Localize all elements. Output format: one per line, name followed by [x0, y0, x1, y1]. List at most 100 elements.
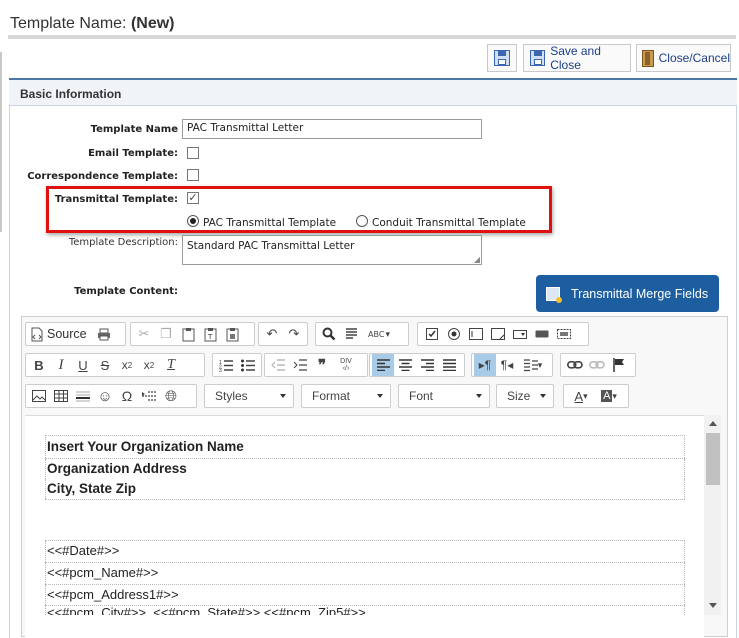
close-cancel-button[interactable]: Close/Cancel — [636, 44, 731, 72]
undo-icon[interactable]: ↶ — [261, 323, 283, 345]
toolbar-group-lists: 123 — [212, 353, 262, 377]
correspondence-template-checkbox[interactable] — [187, 169, 199, 181]
horizontal-line-icon[interactable] — [72, 385, 94, 407]
save-button[interactable] — [487, 44, 517, 72]
size-dropdown[interactable]: Size — [496, 384, 554, 408]
resize-grip-icon[interactable]: ◢ — [474, 255, 480, 264]
spellcheck-label: ABC — [368, 329, 385, 339]
textarea-form-icon[interactable] — [487, 323, 509, 345]
content-line: <<#Date#>> — [45, 541, 685, 562]
align-center-icon[interactable] — [394, 354, 416, 376]
scroll-down-arrow-icon[interactable] — [709, 603, 717, 608]
size-label: Size — [507, 389, 531, 403]
template-description-textarea[interactable]: Standard PAC Transmittal Letter ◢ — [182, 235, 482, 265]
toolbar-group-find: ABC ▾ — [315, 322, 409, 346]
align-left-icon[interactable] — [372, 354, 394, 376]
source-icon — [31, 327, 43, 341]
content-block-border — [45, 499, 685, 500]
italic-icon[interactable]: I — [50, 354, 72, 376]
template-name-label: Template Name — [90, 124, 178, 135]
blockquote-icon[interactable]: ❞ — [311, 354, 333, 376]
underline-icon[interactable]: U — [72, 354, 94, 376]
merge-fields-label: Transmittal Merge Fields — [571, 286, 709, 301]
indent-icon[interactable] — [289, 354, 311, 376]
special-character-icon[interactable]: Ω — [116, 385, 138, 407]
template-name-input[interactable]: PAC Transmittal Letter — [182, 119, 482, 139]
door-exit-icon — [642, 49, 654, 67]
spellcheck-button[interactable]: ABC ▾ — [362, 323, 396, 345]
create-div-label: DIV — [340, 358, 352, 365]
page-title-value: (New) — [130, 15, 175, 32]
language-dropdown-button[interactable]: ▾ — [518, 354, 548, 376]
styles-dropdown[interactable]: Styles — [204, 384, 294, 408]
paste-text-icon[interactable]: T — [199, 323, 221, 345]
hidden-field-icon[interactable] — [553, 323, 575, 345]
cut-icon[interactable]: ✂ — [133, 323, 155, 345]
transmittal-merge-fields-button[interactable]: Transmittal Merge Fields — [536, 275, 719, 312]
text-direction-ltr-icon[interactable]: ▸¶ — [474, 354, 496, 376]
smiley-icon[interactable]: ☺ — [94, 385, 116, 407]
save-icon — [530, 50, 546, 66]
remove-format-icon[interactable]: T — [160, 354, 182, 376]
scroll-up-arrow-icon[interactable] — [709, 421, 717, 426]
paste-icon[interactable] — [177, 323, 199, 345]
background-color-button[interactable]: A ▾ — [595, 385, 623, 407]
toolbar-group-forms — [417, 322, 589, 346]
styles-label: Styles — [215, 389, 248, 403]
text-direction-rtl-icon[interactable]: ¶◂ — [496, 354, 518, 376]
find-icon[interactable] — [318, 323, 340, 345]
bold-icon[interactable]: B — [28, 354, 50, 376]
link-icon[interactable] — [564, 354, 586, 376]
copy-icon[interactable]: ❐ — [155, 323, 177, 345]
strikethrough-icon[interactable]: S — [94, 354, 116, 376]
toolbar-group-clipboard: ✂ ❐ T — [130, 322, 255, 346]
subscript-icon[interactable]: x2 — [116, 354, 138, 376]
font-dropdown[interactable]: Font — [398, 384, 490, 408]
chevron-down-icon: ▾ — [385, 328, 390, 339]
format-dropdown[interactable]: Format — [301, 384, 391, 408]
align-right-icon[interactable] — [416, 354, 438, 376]
save-and-close-label: Save and Close — [550, 44, 601, 72]
source-button[interactable]: Source — [30, 323, 93, 345]
unlink-icon[interactable] — [586, 354, 608, 376]
button-form-icon[interactable] — [531, 323, 553, 345]
create-div-button[interactable]: DIV ‹/› — [333, 354, 359, 376]
chevron-down-icon — [377, 394, 383, 398]
checkbox-form-icon[interactable] — [421, 323, 443, 345]
content-block-border — [45, 435, 685, 436]
bulleted-list-icon[interactable] — [237, 354, 259, 376]
paste-word-icon[interactable] — [221, 323, 243, 345]
outdent-icon[interactable] — [267, 354, 289, 376]
redo-icon[interactable]: ↷ — [283, 323, 305, 345]
textfield-form-icon[interactable] — [465, 323, 487, 345]
template-description-label: Template Description: — [68, 237, 178, 248]
image-icon[interactable] — [28, 385, 50, 407]
close-cancel-label: Close/Cancel — [658, 51, 730, 65]
select-form-icon[interactable] — [509, 323, 531, 345]
toolbar-group-source: Source — [25, 322, 126, 346]
page-break-icon[interactable] — [138, 385, 160, 407]
merge-fields-icon — [546, 286, 562, 303]
chevron-down-icon — [476, 394, 482, 398]
select-all-icon[interactable] — [340, 323, 362, 345]
iframe-globe-icon[interactable]: 🌐︎ — [160, 385, 182, 407]
format-label: Format — [312, 389, 351, 403]
content-line: City, State Zip — [45, 479, 685, 499]
align-justify-icon[interactable] — [438, 354, 460, 376]
language-icon — [523, 358, 538, 371]
save-icon — [494, 50, 510, 66]
save-and-close-button[interactable]: Save and Close — [523, 44, 631, 72]
superscript-icon[interactable]: x2 — [138, 354, 160, 376]
toolbar-group-bidi: ▸¶ ¶◂ ▾ — [471, 353, 553, 377]
anchor-flag-icon[interactable] — [608, 354, 630, 376]
left-edge-divider — [0, 52, 2, 232]
radio-form-icon[interactable] — [443, 323, 465, 345]
scrollbar-thumb[interactable] — [706, 433, 720, 485]
chevron-down-icon: ▾ — [537, 359, 543, 370]
print-icon[interactable] — [93, 323, 115, 345]
email-template-checkbox[interactable] — [187, 147, 199, 159]
content-line: Organization Address — [45, 459, 685, 479]
text-color-button[interactable]: A ▾ — [567, 385, 595, 407]
table-icon[interactable] — [50, 385, 72, 407]
numbered-list-icon[interactable]: 123 — [215, 354, 237, 376]
